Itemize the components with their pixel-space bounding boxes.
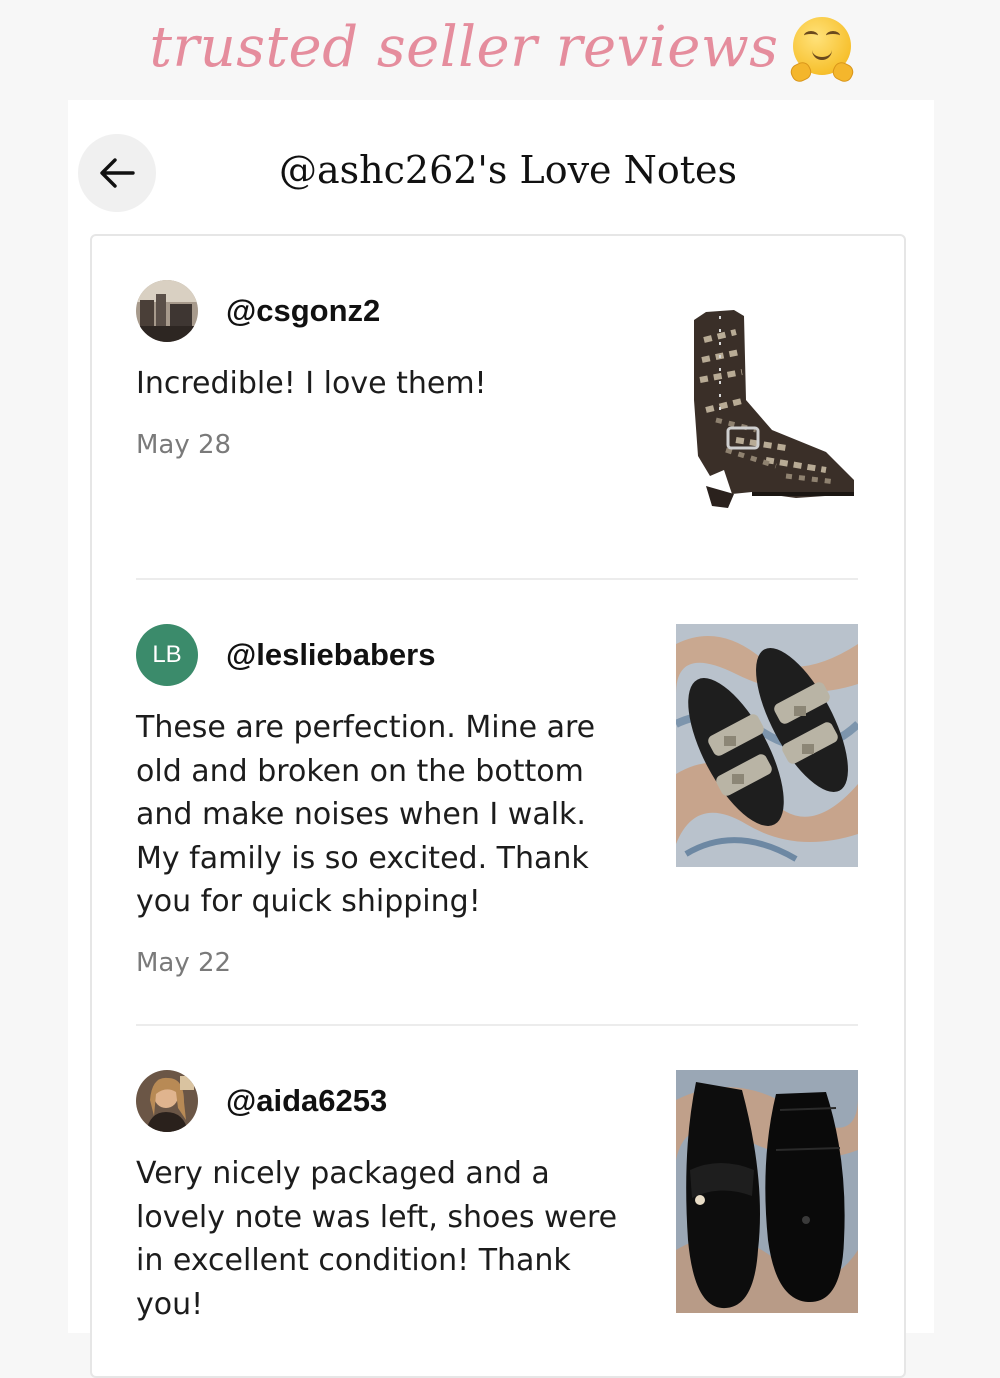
review-item: @csgonz2 Incredible! I love them! May 28 [136,280,858,523]
banner: trusted seller reviews [0,0,1000,95]
arrow-left-icon [100,158,135,188]
review-comment: Incredible! I love them! [136,366,487,401]
product-photo-sandals[interactable] [676,624,858,867]
product-photo-loafers[interactable] [676,1070,858,1313]
divider [136,1024,858,1026]
review-date: May 22 [136,947,232,978]
review-comment: These are perfection. Mine are old and b… [136,710,596,919]
avatar[interactable] [136,1070,198,1132]
avatar[interactable] [136,280,198,342]
review-item: @aida6253 Very nicely packaged and a lov… [136,1070,858,1326]
product-photo-boot[interactable] [676,280,858,523]
review-username[interactable]: @csgonz2 [226,293,380,329]
reviews-card: @csgonz2 Incredible! I love them! May 28 [90,234,906,1378]
review-username[interactable]: @aida6253 [226,1083,387,1119]
review-username[interactable]: @lesliebabers [226,637,435,673]
back-button[interactable] [78,134,156,212]
page-title: @ashc262's Love Notes [278,148,737,192]
hugging-face-emoji-icon [787,16,856,84]
banner-text: trusted seller reviews [149,15,779,80]
review-item: LB @lesliebabers These are perfection. M… [136,624,858,978]
divider [136,578,858,580]
review-date: May 28 [136,429,232,460]
avatar[interactable]: LB [136,624,198,686]
love-notes-panel: @ashc262's Love Notes @csgonz2 Incredibl… [68,100,934,1378]
review-comment: Very nicely packaged and a lovely note w… [136,1156,618,1322]
